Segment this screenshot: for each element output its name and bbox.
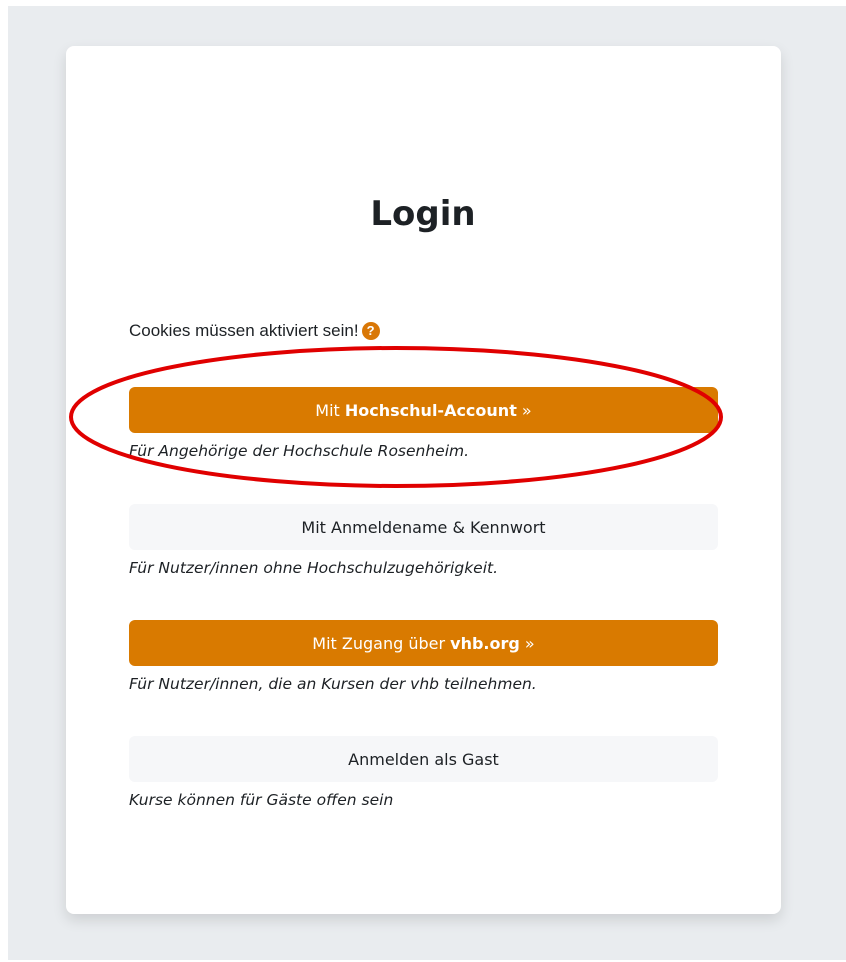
username-password-button[interactable]: Mit Anmeldename & Kennwort <box>129 504 718 550</box>
guest-login-button[interactable]: Anmelden als Gast <box>129 736 718 782</box>
hochschul-account-button[interactable]: Mit Hochschul-Account » <box>129 387 718 433</box>
vhb-access-suffix: » <box>519 633 535 653</box>
hochschul-account-label: Hochschul-Account <box>344 400 517 420</box>
vhb-access-button[interactable]: Mit Zugang über vhb.org » <box>129 620 718 666</box>
page-title: Login <box>370 194 476 234</box>
vhb-access-label: vhb.org <box>450 633 520 653</box>
cookies-notice: Cookies müssen aktiviert sein! ? <box>129 320 380 342</box>
hochschul-account-suffix: » <box>516 400 532 420</box>
guest-login-description: Kurse können für Gäste offen sein <box>129 791 394 809</box>
hochschul-account-description: Für Angehörige der Hochschule Rosenheim. <box>129 442 470 460</box>
cookies-notice-text: Cookies müssen aktiviert sein! <box>129 321 359 340</box>
vhb-access-prefix: Mit Zugang über <box>312 633 451 653</box>
hochschul-account-prefix: Mit <box>315 400 345 420</box>
help-icon[interactable]: ? <box>361 322 380 340</box>
username-password-description: Für Nutzer/innen ohne Hochschulzugehörig… <box>129 559 499 577</box>
login-card <box>66 46 781 914</box>
vhb-access-description: Für Nutzer/innen, die an Kursen der vhb … <box>129 675 537 693</box>
